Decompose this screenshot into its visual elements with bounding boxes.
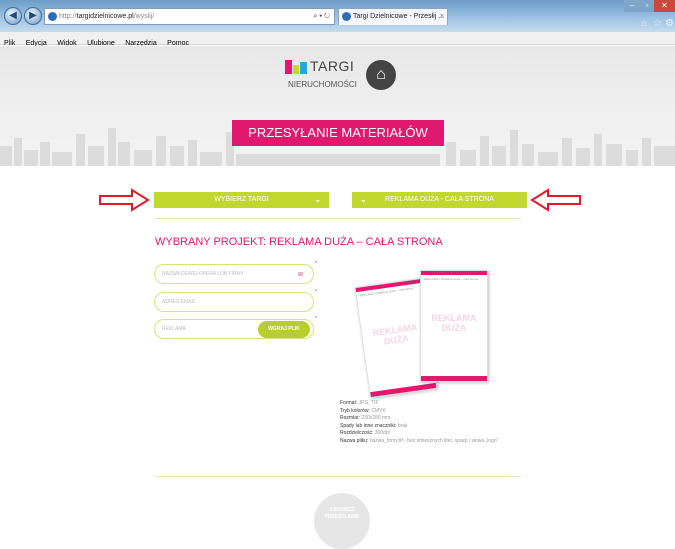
spec-row: Spady lub inne znaczniki: brak (340, 423, 498, 431)
ad-preview-sheet-front: REKLAMA • Reklama duża – cała strona REK… (420, 270, 488, 382)
file-specifications: Format: JPG, TIF Tryb kolorów: CMYK Rozm… (340, 400, 498, 446)
spec-row: Nazwa pliku: nazwa_firmy.tif - bez śmies… (340, 438, 498, 446)
menu-bar: Plik Edycja Widok Ulubione Narzędzia Pom… (0, 32, 675, 47)
divider (155, 218, 521, 219)
divider (155, 476, 521, 477)
house-icon: ⌂ (366, 60, 396, 90)
spec-row: Tryb kolorów: CMYK (340, 408, 498, 416)
spec-label: Nazwa pliku: (340, 437, 369, 444)
ie-icon (342, 12, 351, 21)
minimize-icon[interactable]: – (624, 0, 640, 12)
developer-name-input[interactable]: NAZWA DEWELOPERA LUB FIRMY * (154, 261, 317, 284)
spec-label: Format: (340, 400, 358, 406)
spec-label: Rozmiar: (340, 415, 361, 422)
url-prefix: http:// (59, 13, 77, 20)
spec-row: Rozmiar: 230x280 mm (340, 415, 498, 423)
web-page: TARGI NIERUCHOMOŚCI ⌂ PRZESYŁANIE MATERI… (0, 46, 675, 549)
select-fair-label: WYBIERZ TARGI (214, 196, 269, 203)
logo-block-pink (285, 60, 292, 74)
spec-value: 230x280 mm (361, 415, 391, 422)
header: TARGI NIERUCHOMOŚCI ⌂ PRZESYŁANIE MATERI… (0, 46, 675, 166)
spec-value: CMYK (371, 407, 386, 414)
field-keyboard-icon (298, 272, 303, 276)
logo-text: TARGI (310, 58, 355, 74)
email-input[interactable]: ADRES EMAIL * (154, 289, 317, 312)
tools-gear-icon[interactable]: ⚙ (665, 18, 674, 29)
forward-button-icon[interactable]: ▶ (24, 7, 42, 25)
favorites-star-icon[interactable]: ☆ (653, 18, 662, 29)
logo-block-blue (300, 62, 307, 74)
chevron-down-icon: ⌄ (360, 195, 367, 204)
spec-value: brak (397, 422, 408, 429)
select-ad-label: REKLAMA DUŻA - CAŁA STRONA (385, 196, 494, 203)
finish-upload-button[interactable]: ZAKOŃCZ PRZESYŁANIE (314, 493, 370, 549)
home-icon[interactable]: ⌂ (641, 18, 647, 29)
finish-label: ZAKOŃCZ (329, 507, 355, 513)
sheet-top-bar (421, 271, 487, 275)
project-title: WYBRANY PROJEKT: REKLAMA DUŻA – CAŁA STR… (155, 236, 443, 248)
spec-label: Rozdzielczość: (340, 430, 374, 437)
maximize-icon[interactable]: ▫ (640, 0, 654, 12)
finish-sublabel: PRZESYŁANIE (324, 514, 360, 520)
spec-row: Format: JPG, TIF (340, 400, 498, 408)
tab-title: Targi Dzielnicowe - Przesłij ... (353, 13, 445, 20)
chevron-down-icon: ⌄ (314, 195, 321, 204)
select-ad-dropdown[interactable]: ⌄ REKLAMA DUŻA - CAŁA STRONA (352, 192, 527, 208)
close-window-icon[interactable]: ✕ (654, 0, 675, 12)
logo-subtext: NIERUCHOMOŚCI (288, 80, 357, 89)
required-mark: * (315, 316, 317, 322)
spec-row: Rozdzielczość: 300dpi (340, 430, 498, 438)
developer-name-placeholder: NAZWA DEWELOPERA LUB FIRMY (162, 271, 245, 277)
sheet-watermark: REKLAMA DUŻA (431, 313, 477, 333)
logo-block-green (293, 65, 299, 74)
browser-chrome: ◀ ▶ http://targidzielnicowe.pl/wyslij/ ⌕… (0, 0, 675, 32)
tab-close-icon[interactable]: × (440, 9, 444, 24)
select-fair-dropdown[interactable]: WYBIERZ TARGI ⌄ (154, 192, 329, 208)
spec-value: JPG, TIF (358, 400, 379, 406)
spec-value: nazwa_firmy.tif - bez śmiesznych liter, … (369, 437, 499, 444)
page-title: PRZESYŁANIE MATERIAŁÓW (232, 120, 444, 146)
required-mark: * (315, 289, 317, 295)
targi-logo[interactable]: TARGI NIERUCHOMOŚCI ⌂ (282, 58, 402, 98)
required-mark: * (315, 261, 317, 267)
back-button-icon[interactable]: ◀ (4, 7, 22, 25)
address-controls-icon[interactable]: ⌕ ▾ ↻ (313, 9, 330, 24)
arrow-left-icon (530, 188, 581, 212)
ad-placeholder: REKLAMA (162, 326, 186, 332)
url-path: /wyslij/ (133, 13, 155, 20)
arrow-right-icon (99, 188, 150, 212)
sheet-header-text: REKLAMA • Reklama duża – cała strona (424, 277, 479, 281)
url-domain: targidzielnicowe.pl (76, 13, 134, 20)
spec-value: 300dpi (374, 430, 390, 437)
ie-icon (48, 12, 57, 21)
upload-file-button[interactable]: WGRAJ PLIK (258, 321, 310, 338)
browser-tab[interactable]: Targi Dzielnicowe - Przesłij ... × (338, 8, 448, 25)
address-bar[interactable]: http://targidzielnicowe.pl/wyslij/ ⌕ ▾ ↻ (44, 8, 335, 25)
spec-label: Tryb kolorów: (340, 407, 370, 414)
spec-label: Spady lub inne znaczniki: (340, 422, 397, 429)
sheet-bottom-bar (421, 376, 487, 381)
email-placeholder: ADRES EMAIL (162, 299, 196, 305)
sheet-bottom-bar (370, 382, 437, 398)
